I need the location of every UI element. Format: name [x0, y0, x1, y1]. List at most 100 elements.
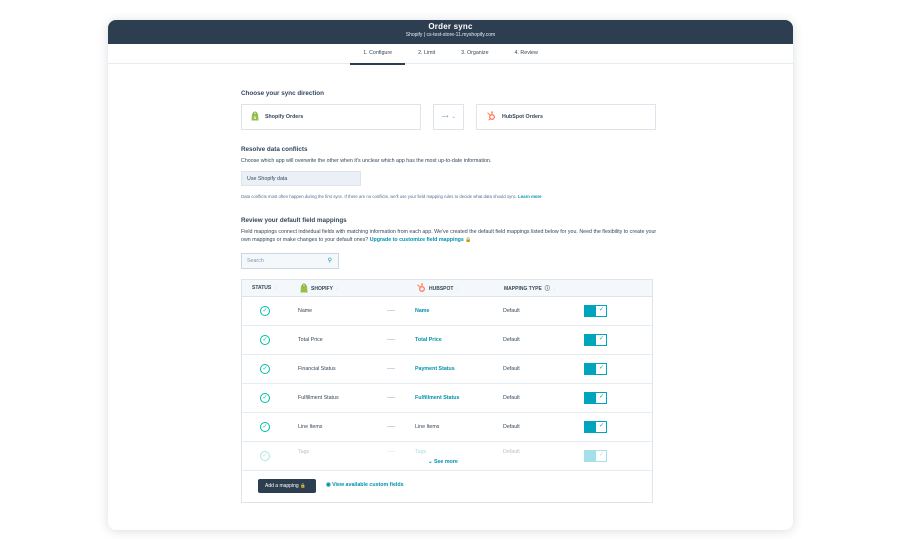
col-hubspot[interactable]: HUBSPOT ↕	[416, 283, 459, 295]
shopify-field: Name	[298, 308, 313, 315]
check-circle-icon: ✓	[260, 364, 270, 375]
mapping-arrow-icon	[387, 451, 395, 453]
tab-review[interactable]: 4. Review	[502, 44, 551, 64]
col-hubspot-label: HUBSPOT	[429, 286, 454, 293]
chevron-down-icon: ⌄	[428, 459, 433, 466]
sync-toggle[interactable]: ✓	[584, 334, 607, 347]
search-input[interactable]: Search ⚲	[241, 253, 339, 270]
sync-direction-title: Choose your sync direction	[241, 90, 324, 97]
see-more-label: See more	[433, 459, 458, 466]
hubspot-field-link[interactable]: Total Price	[415, 337, 442, 343]
hubspot-field-link[interactable]: Name	[415, 308, 429, 314]
svg-text:S: S	[254, 115, 257, 120]
sort-icon: ↕	[274, 285, 277, 292]
hubspot-field-link[interactable]: Fulfillment Status	[415, 395, 459, 401]
right-arrow-icon: ⟶	[441, 114, 449, 120]
sync-toggle[interactable]: ✓	[584, 392, 607, 405]
mapping-type: Default	[503, 337, 520, 344]
conflicts-note-text: Data conflicts most often happen during …	[241, 194, 517, 200]
table-row: ✓ Financial Status Payment Status Defaul…	[242, 355, 652, 385]
learn-more-link[interactable]: Learn more	[518, 194, 541, 199]
hubspot-sprocket-icon	[416, 283, 426, 295]
upgrade-link[interactable]: Upgrade to customize field mappings	[370, 237, 464, 243]
sync-direction-row: S Shopify Orders ⟶ ⌄ HubSpot Orders	[241, 104, 661, 130]
col-mapping-type[interactable]: MAPPING TYPE ⓘ ↕	[504, 285, 556, 293]
table-row: ✓ Line Items Line Items Default ✓	[242, 413, 652, 443]
sync-toggle[interactable]: ✓	[584, 363, 607, 376]
conflicts-description: Choose which app will overwrite the othe…	[241, 158, 492, 164]
check-circle-icon: ✓	[260, 451, 270, 462]
mapping-arrow-icon	[387, 397, 395, 399]
sync-toggle[interactable]: ✓	[584, 305, 607, 318]
mapping-type: Default	[503, 424, 520, 431]
check-circle-icon: ✓	[260, 422, 270, 433]
page-title: Order sync	[428, 22, 473, 31]
lock-icon: 🔒	[300, 483, 306, 489]
check-icon: ✓	[598, 336, 604, 343]
sort-icon: ↕	[335, 286, 339, 293]
tab-configure[interactable]: 1. Configure	[350, 44, 405, 65]
table-header: STATUS ↕ SHOPIFY ↕ HUBSPOT ↕ MAPPING TYP…	[242, 280, 652, 298]
shopify-field: Fulfillment Status	[298, 395, 339, 402]
check-circle-icon: ✓	[260, 393, 270, 404]
eye-icon: ◉	[326, 482, 331, 489]
sort-icon: ↕	[552, 285, 556, 292]
conflicts-title: Resolve data conflicts	[241, 146, 308, 153]
wizard-steps: 1. Configure 2. Limit 3. Organize 4. Rev…	[108, 44, 793, 65]
mappings-title: Review your default field mappings	[241, 217, 347, 225]
chevron-down-icon: ⌄	[451, 114, 456, 120]
see-more-button[interactable]: ⌄ See more	[428, 459, 458, 465]
col-mapping-type-label: MAPPING TYPE	[504, 285, 542, 292]
add-mapping-label: Add a mapping	[265, 483, 299, 490]
check-icon: ✓	[598, 365, 604, 372]
header-bar: Order sync Shopify | cs-test-store-11.my…	[108, 20, 793, 44]
mapping-type: Default	[503, 449, 520, 456]
check-circle-icon: ✓	[260, 306, 270, 317]
sync-toggle: ✓	[584, 450, 607, 463]
tab-organize[interactable]: 3. Organize	[448, 44, 501, 64]
sync-direction-select[interactable]: ⟶ ⌄	[433, 104, 464, 130]
check-icon: ✓	[598, 394, 604, 401]
table-row: ✓ Fulfillment Status Fulfillment Status …	[242, 384, 652, 414]
table-row: ✓ Total Price Total Price Default ✓	[242, 326, 652, 356]
shopify-bag-icon	[300, 283, 308, 295]
sync-toggle[interactable]: ✓	[584, 421, 607, 434]
table-row-faded: ✓ Tags Tags Default ✓ ⌄ See more	[242, 442, 652, 472]
view-custom-fields-link[interactable]: ◉ View available custom fields	[326, 482, 404, 488]
shopify-bag-icon: S	[251, 111, 259, 123]
mapping-type: Default	[503, 395, 520, 402]
col-shopify[interactable]: SHOPIFY ↕	[300, 283, 338, 295]
shopify-field: Financial Status	[298, 366, 336, 373]
mapping-arrow-icon	[387, 426, 395, 428]
shopify-field: Total Price	[298, 337, 323, 344]
search-icon: ⚲	[327, 258, 332, 265]
mapping-arrow-icon	[387, 368, 395, 370]
order-sync-window: Order sync Shopify | cs-test-store-11.my…	[108, 20, 793, 530]
view-custom-fields-label: View available custom fields	[332, 482, 404, 489]
shopify-orders-box: S Shopify Orders	[241, 104, 421, 130]
col-status[interactable]: STATUS ↕	[252, 285, 277, 291]
mapping-arrow-icon	[387, 310, 395, 312]
check-icon: ✓	[598, 452, 604, 459]
shopify-orders-label: Shopify Orders	[265, 114, 304, 120]
hubspot-orders-label: HubSpot Orders	[502, 114, 543, 120]
hubspot-field: Line Items	[415, 424, 440, 431]
check-circle-icon: ✓	[260, 335, 270, 346]
shopify-field: Tags	[298, 449, 310, 456]
field-mappings-table: STATUS ↕ SHOPIFY ↕ HUBSPOT ↕ MAPPING TYP…	[241, 279, 653, 504]
col-status-label: STATUS	[252, 285, 272, 292]
hubspot-field-link[interactable]: Payment Status	[415, 366, 455, 372]
check-icon: ✓	[598, 307, 604, 314]
mapping-arrow-icon	[387, 339, 395, 341]
store-subtitle: Shopify | cs-test-store-11.myshopify.com	[405, 32, 496, 38]
mappings-description: Field mappings connect individual fields…	[241, 228, 661, 245]
shopify-field: Line Items	[298, 424, 323, 431]
conflict-resolution-select[interactable]: Use Shopify data	[241, 171, 361, 187]
table-footer: Add a mapping 🔒 ◉ View available custom …	[242, 471, 652, 502]
tab-limit[interactable]: 2. Limit	[405, 44, 448, 64]
col-shopify-label: SHOPIFY	[311, 286, 333, 293]
add-mapping-button[interactable]: Add a mapping 🔒	[258, 479, 316, 494]
main-content: Choose your sync direction S Shopify Ord…	[241, 90, 661, 504]
check-icon: ✓	[598, 423, 604, 430]
sort-icon: ↕	[456, 286, 459, 293]
